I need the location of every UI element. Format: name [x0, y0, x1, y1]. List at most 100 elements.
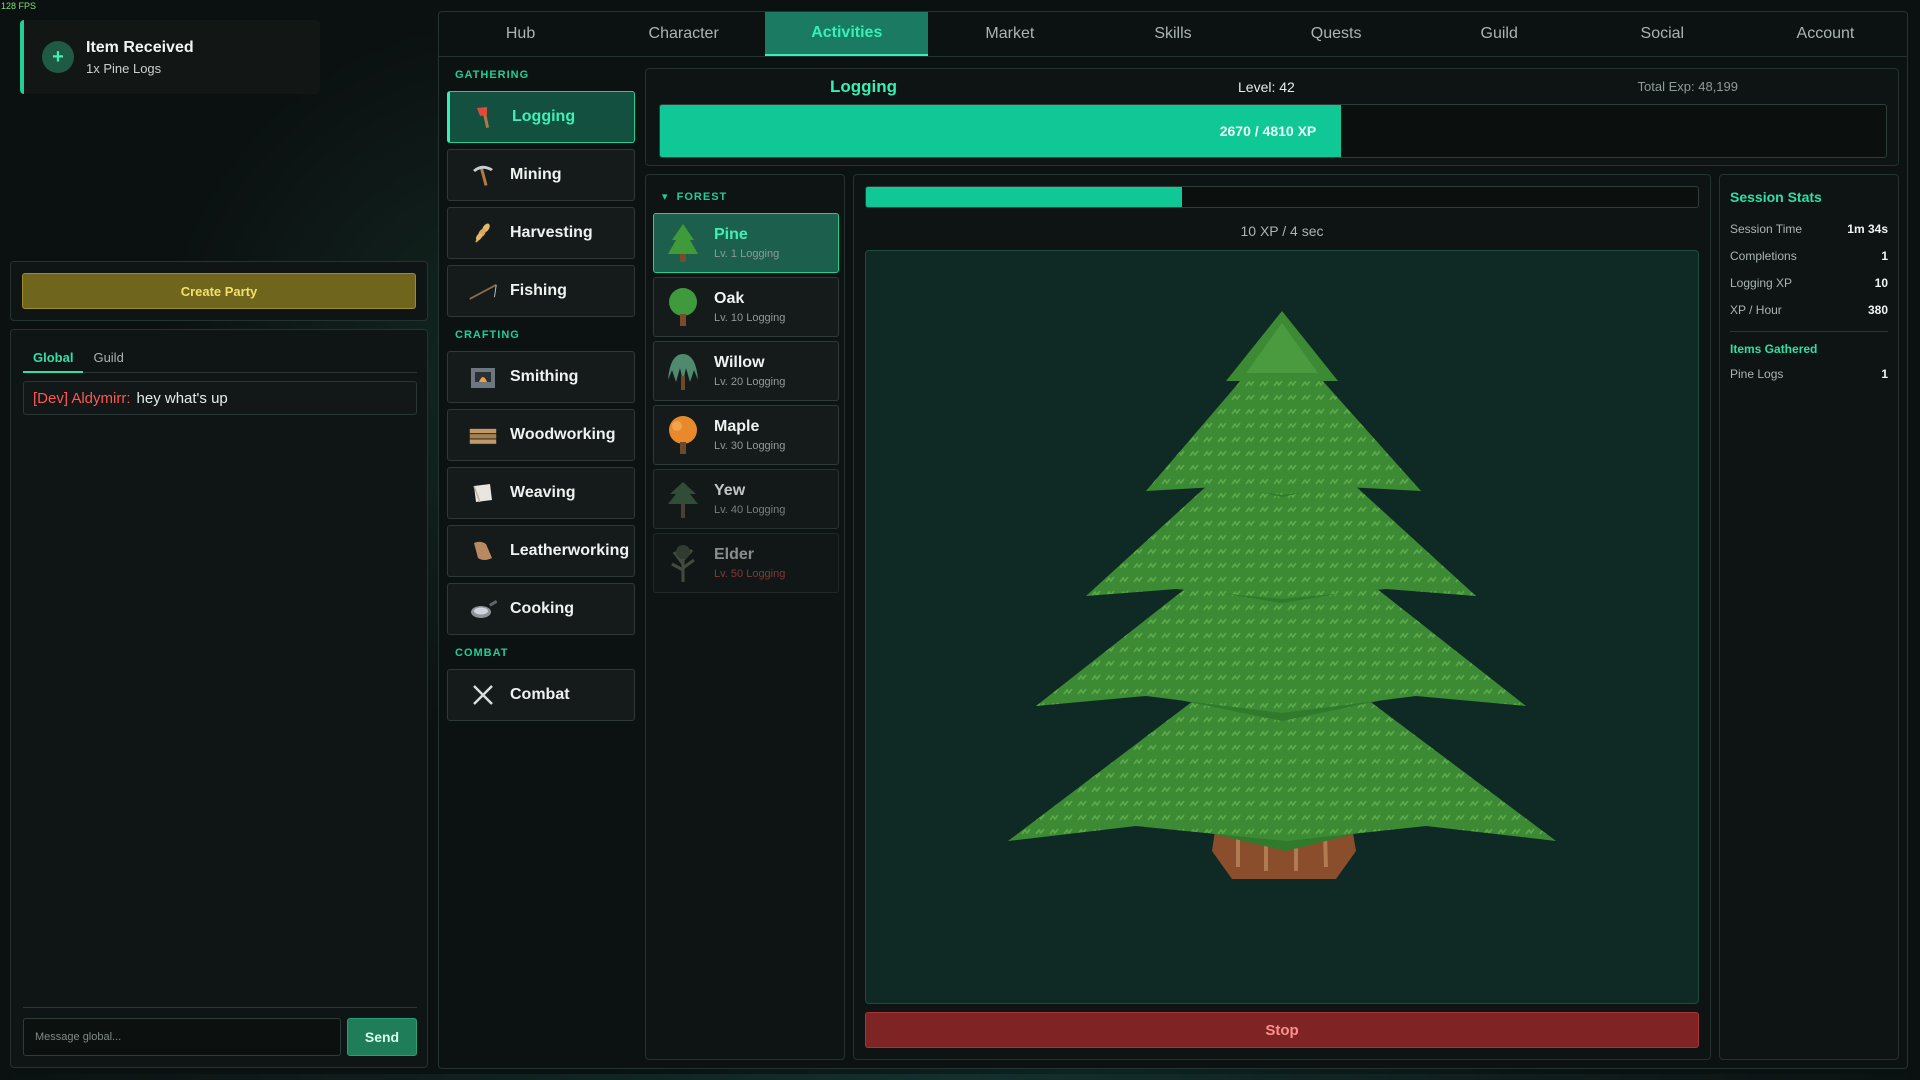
- bottom-glow: [0, 1074, 1920, 1080]
- resource-name: Maple: [714, 418, 760, 435]
- skills-sidebar: GATHERING Logging Mining Harvesting Fish…: [447, 69, 637, 727]
- pine-tree-illustration: [1008, 311, 1556, 879]
- resource-oak[interactable]: Oak Lv. 10 Logging: [653, 277, 839, 337]
- resource-panel: ▾ FOREST Pine Lv. 1 Logging Oak Lv. 10 Log…: [645, 174, 845, 1060]
- resource-willow[interactable]: Willow Lv. 20 Logging: [653, 341, 839, 401]
- resource-name: Elder: [714, 546, 755, 563]
- chat-tab-guild[interactable]: Guild: [83, 342, 133, 373]
- maple-tree-icon: [669, 416, 697, 454]
- skill-total-exp: Total Exp: 48,199: [1637, 79, 1738, 94]
- skill-weaving[interactable]: Weaving: [447, 467, 635, 519]
- resource-category-label: FOREST: [676, 191, 728, 203]
- stat-label: Pine Logs: [1730, 366, 1784, 381]
- nav-tab-quests[interactable]: Quests: [1255, 12, 1418, 56]
- plus-icon: +: [42, 41, 74, 73]
- nav-tab-guild[interactable]: Guild: [1418, 12, 1581, 56]
- stat-value: 10: [1874, 275, 1888, 290]
- skill-harvesting[interactable]: Harvesting: [447, 207, 635, 259]
- chat-input[interactable]: [23, 1018, 341, 1056]
- skill-logging[interactable]: Logging: [447, 91, 635, 143]
- stats-divider: [1730, 331, 1888, 332]
- xp-bar: 2670 / 4810 XP: [659, 104, 1887, 158]
- create-party-button[interactable]: Create Party: [22, 273, 416, 309]
- pan-icon: [468, 594, 498, 624]
- party-panel: Create Party: [10, 261, 428, 321]
- skill-woodworking-label: Woodworking: [510, 426, 616, 443]
- yew-tree-icon: [668, 482, 698, 518]
- send-button[interactable]: Send: [347, 1018, 417, 1056]
- skill-cooking-label: Cooking: [510, 600, 574, 617]
- activity-panel: 10 XP / 4 sec Stop: [853, 174, 1711, 1060]
- resource-requirement: Lv. 30 Logging: [714, 440, 786, 452]
- nav-tab-social[interactable]: Social: [1581, 12, 1744, 56]
- axe-icon: [470, 102, 500, 132]
- activity-scene[interactable]: [865, 250, 1699, 1004]
- stat-label: Completions: [1730, 248, 1797, 263]
- forge-icon: [468, 362, 498, 392]
- stat-value: 1: [1881, 366, 1888, 381]
- skill-smithing-label: Smithing: [510, 368, 579, 385]
- resource-pine[interactable]: Pine Lv. 1 Logging: [653, 213, 839, 273]
- nav-tab-activities[interactable]: Activities: [765, 12, 929, 56]
- skill-leatherworking[interactable]: Leatherworking: [447, 525, 635, 577]
- nav-tab-hub[interactable]: Hub: [439, 12, 602, 56]
- skill-leatherworking-label: Leatherworking: [510, 542, 630, 559]
- xp-rate: 10 XP / 4 sec: [1240, 223, 1324, 239]
- resource-category-forest[interactable]: ▾ FOREST: [662, 190, 727, 203]
- resource-name: Willow: [714, 354, 765, 371]
- pickaxe-icon: [468, 160, 498, 190]
- nav-tab-account[interactable]: Account: [1744, 12, 1907, 56]
- resource-yew[interactable]: Yew Lv. 40 Logging: [653, 469, 839, 529]
- chat-tabs: Global Guild: [23, 342, 417, 373]
- resource-requirement: Lv. 50 Logging: [714, 568, 786, 580]
- fps-counter: 128 FPS: [1, 1, 37, 11]
- pine-tree-icon: [668, 224, 698, 262]
- top-nav: Hub Character Activities Market Skills Q…: [439, 12, 1907, 57]
- nav-tab-skills[interactable]: Skills: [1091, 12, 1254, 56]
- stop-button[interactable]: Stop: [865, 1012, 1699, 1048]
- stat-row-session-time: Session Time 1m 34s: [1730, 215, 1888, 242]
- skill-woodworking[interactable]: Woodworking: [447, 409, 635, 461]
- crossed-swords-icon: [468, 680, 498, 710]
- skill-mining-label: Mining: [510, 166, 562, 183]
- chat-tab-global[interactable]: Global: [23, 342, 84, 373]
- chat-divider: [23, 1007, 417, 1008]
- skill-fishing[interactable]: Fishing: [447, 265, 635, 317]
- toast-message: 1x Pine Logs: [86, 60, 162, 76]
- planks-icon: [468, 420, 498, 450]
- stat-row-xp-hour: XP / Hour 380: [1730, 296, 1888, 323]
- skill-level: Level: 42: [1238, 79, 1295, 95]
- cloth-icon: [468, 478, 498, 508]
- category-gathering: GATHERING: [455, 69, 530, 81]
- skill-fishing-label: Fishing: [510, 282, 567, 299]
- items-gathered-title: Items Gathered: [1730, 342, 1818, 356]
- chat-message-author[interactable]: [Dev] Aldymirr:: [33, 390, 131, 407]
- skill-combat-label: Combat: [510, 686, 570, 703]
- stat-value: 380: [1867, 302, 1888, 317]
- category-crafting: CRAFTING: [455, 329, 520, 341]
- resource-requirement: Lv. 1 Logging: [714, 248, 780, 260]
- resource-name: Oak: [714, 290, 745, 307]
- willow-tree-icon: [668, 354, 698, 390]
- skill-harvesting-label: Harvesting: [510, 224, 593, 241]
- action-progress-fill: [866, 187, 1183, 207]
- skill-logging-label: Logging: [512, 108, 576, 125]
- resource-requirement: Lv. 10 Logging: [714, 312, 786, 324]
- skill-combat[interactable]: Combat: [447, 669, 635, 721]
- skill-cooking[interactable]: Cooking: [447, 583, 635, 635]
- session-stats-title: Session Stats: [1730, 189, 1822, 205]
- toast-title: Item Received: [86, 38, 194, 56]
- stat-value: 1: [1881, 248, 1888, 263]
- resource-elder[interactable]: Elder Lv. 50 Logging: [653, 533, 839, 593]
- chevron-down-icon: ▾: [662, 191, 669, 203]
- skill-smithing[interactable]: Smithing: [447, 351, 635, 403]
- nav-tab-market[interactable]: Market: [928, 12, 1091, 56]
- skill-header: Logging Level: 42 Total Exp: 48,199 2670…: [645, 68, 1899, 166]
- skill-mining[interactable]: Mining: [447, 149, 635, 201]
- chat-message: [Dev] Aldymirr: hey what's up: [23, 381, 417, 415]
- resource-name: Pine: [714, 226, 748, 243]
- stat-label: Session Time: [1730, 221, 1803, 236]
- resource-maple[interactable]: Maple Lv. 30 Logging: [653, 405, 839, 465]
- nav-tab-character[interactable]: Character: [602, 12, 765, 56]
- resource-list: Pine Lv. 1 Logging Oak Lv. 10 Logging Will…: [653, 213, 839, 597]
